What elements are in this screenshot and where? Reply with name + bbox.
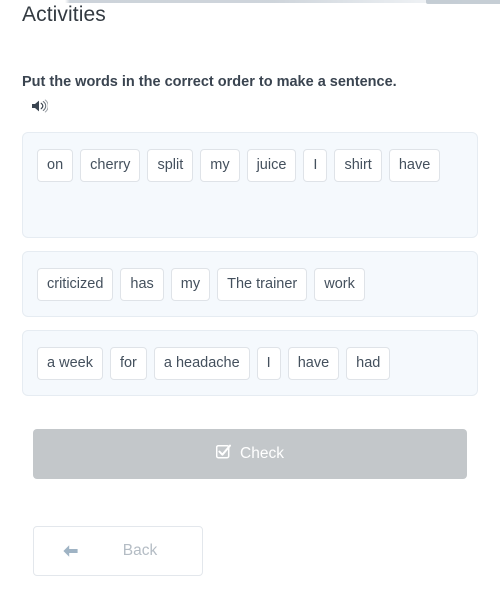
word-chip[interactable]: I [303, 149, 328, 182]
word-chip[interactable]: on [37, 149, 74, 182]
word-chip[interactable]: have [287, 347, 340, 380]
word-chip[interactable]: juice [246, 149, 297, 182]
instruction-block: Put the words in the correct order to ma… [22, 70, 422, 118]
word-bank-sentence-2[interactable]: criticized has my The trainer work [22, 251, 478, 317]
word-bank-sentence-3[interactable]: a week for a headache I have had [22, 330, 478, 396]
word-chip[interactable]: work [314, 268, 365, 301]
word-chip[interactable]: a week [37, 347, 103, 380]
word-chip[interactable]: my [200, 149, 240, 182]
word-chip[interactable]: split [147, 149, 194, 182]
word-chip[interactable]: for [109, 347, 147, 380]
arrow-left-icon [40, 543, 100, 559]
word-chip[interactable]: my [170, 268, 211, 301]
word-chip[interactable]: cherry [80, 149, 141, 182]
word-chip[interactable]: have [388, 149, 441, 182]
check-button[interactable]: Check [33, 429, 467, 479]
back-button[interactable]: Back [33, 526, 203, 576]
check-button-label: Check [240, 445, 284, 462]
page-title: Activities [22, 3, 106, 26]
activity-page: Activities Put the words in the correct … [0, 0, 500, 576]
speaker-icon[interactable] [31, 99, 48, 113]
word-chip[interactable]: a headache [153, 347, 250, 380]
back-button-label: Back [122, 542, 158, 559]
word-bank-sentence-1[interactable]: on cherry split my juice I shirt have [22, 132, 478, 238]
word-chip[interactable]: criticized [37, 268, 114, 301]
word-chip[interactable]: shirt [334, 149, 382, 182]
word-chip[interactable]: has [120, 268, 164, 301]
checkbox-check-icon [215, 444, 232, 464]
word-chip[interactable]: The trainer [217, 268, 308, 301]
instruction-text: Put the words in the correct order to ma… [22, 74, 397, 90]
word-chip[interactable]: I [256, 347, 281, 380]
word-chip[interactable]: had [346, 347, 391, 380]
